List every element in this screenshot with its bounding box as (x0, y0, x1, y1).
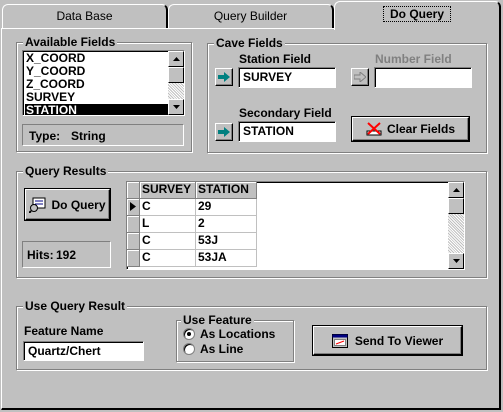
column-header-survey[interactable]: SURVEY (140, 182, 196, 199)
cave-fields-title: Cave Fields (214, 36, 285, 50)
cell-text: L (142, 216, 150, 230)
type-label: Type: (29, 129, 61, 143)
right-arrow-icon (218, 127, 230, 137)
table-cell[interactable]: 2 (196, 216, 257, 233)
results-grid[interactable]: SURVEY STATION C 29 L 2 C 53J C 53JA (126, 181, 465, 270)
available-fields-list[interactable]: X_COORD Y_COORD Z_COORD SURVEY STATION (22, 50, 185, 116)
secondary-field-input[interactable]: STATION (238, 121, 336, 142)
as-line-radio-option[interactable]: As Line (183, 342, 289, 357)
use-query-result-title: Use Query Result (23, 299, 128, 313)
tab-do-query[interactable]: Do Query (334, 1, 501, 30)
table-cell[interactable]: L (140, 216, 196, 233)
cell-text: C (142, 250, 151, 264)
list-item-label: Y_COORD (26, 64, 86, 78)
column-header-label: STATION (198, 182, 249, 196)
available-fields-title: Available Fields (23, 35, 118, 49)
row-selector[interactable] (127, 199, 140, 216)
table-cell[interactable]: 53J (196, 233, 257, 250)
as-locations-label: As Locations (200, 327, 276, 341)
list-item-selected[interactable]: STATION (25, 103, 168, 116)
as-locations-radio[interactable] (183, 328, 195, 340)
number-field-label: Number Field (375, 52, 452, 66)
tab-query-builder[interactable]: Query Builder (168, 4, 334, 29)
cell-text: C (142, 199, 151, 213)
feature-name-value: Quartz/Chert (28, 344, 101, 358)
down-arrow-icon (172, 105, 180, 109)
secondary-field-value: STATION (243, 124, 294, 138)
send-to-viewer-label: Send To Viewer (354, 333, 444, 348)
down-arrow-icon (452, 259, 460, 263)
send-to-viewer-button[interactable]: Send To Viewer (313, 326, 462, 355)
right-arrow-icon (354, 72, 366, 82)
scroll-down-button[interactable] (448, 253, 464, 269)
number-field-arrow-button[interactable] (351, 68, 369, 86)
clear-x-icon (366, 122, 382, 136)
column-header-station[interactable]: STATION (196, 182, 257, 199)
clear-fields-label: Clear Fields (386, 122, 456, 136)
do-query-button[interactable]: Do Query (25, 189, 110, 220)
up-arrow-icon (172, 57, 180, 61)
table-cell[interactable]: 29 (196, 199, 257, 216)
scroll-down-button[interactable] (168, 99, 184, 115)
column-header-label: SURVEY (142, 182, 192, 196)
station-field-value: SURVEY (243, 70, 293, 84)
table-cell[interactable]: C (140, 250, 196, 267)
cell-text: 53JA (198, 250, 227, 264)
hits-value: 192 (56, 248, 77, 262)
table-cell[interactable]: 53JA (196, 250, 257, 267)
station-field-input[interactable]: SURVEY (238, 67, 336, 88)
viewer-icon (331, 333, 348, 348)
station-field-arrow-button[interactable] (215, 68, 233, 86)
tab-data-base-label: Data Base (56, 9, 113, 23)
tab-do-query-label: Do Query (382, 6, 451, 22)
right-arrow-icon (218, 72, 230, 82)
radio-selected-dot (187, 332, 191, 336)
list-item-label: Z_COORD (26, 77, 85, 91)
as-locations-radio-option[interactable]: As Locations (183, 327, 289, 342)
results-grid-scrollbar[interactable] (448, 182, 464, 269)
list-item-label: SURVEY (26, 90, 76, 104)
scroll-up-button[interactable] (448, 182, 464, 198)
list-item-label: STATION (26, 103, 77, 116)
table-cell[interactable]: C (140, 199, 196, 216)
secondary-field-arrow-button[interactable] (215, 123, 233, 141)
list-item-label: X_COORD (26, 51, 86, 65)
current-row-pointer-icon (130, 202, 136, 211)
as-line-label: As Line (200, 342, 244, 356)
query-icon (29, 197, 46, 213)
scroll-thumb[interactable] (168, 67, 184, 83)
do-query-label: Do Query (51, 197, 106, 212)
row-selector[interactable] (127, 250, 140, 267)
table-cell[interactable]: C (140, 233, 196, 250)
query-results-title: Query Results (23, 164, 109, 178)
clear-fields-button[interactable]: Clear Fields (352, 117, 469, 141)
scroll-thumb[interactable] (448, 198, 464, 214)
row-selector[interactable] (127, 233, 140, 250)
use-feature-title: Use Feature (181, 313, 254, 327)
cell-text: C (142, 233, 151, 247)
cell-text: 2 (198, 216, 205, 230)
type-display: Type: String (22, 124, 184, 146)
up-arrow-icon (452, 188, 460, 192)
hits-display: Hits: 192 (22, 241, 111, 268)
tab-data-base[interactable]: Data Base (2, 4, 168, 29)
hits-label: Hits: (27, 248, 54, 262)
cell-text: 53J (198, 233, 219, 247)
scroll-up-button[interactable] (168, 51, 184, 67)
available-fields-scrollbar[interactable] (168, 51, 184, 115)
type-value: String (71, 129, 106, 143)
grid-corner (127, 182, 140, 199)
row-selector[interactable] (127, 216, 140, 233)
as-line-radio[interactable] (183, 343, 195, 355)
number-field-input[interactable] (374, 67, 472, 88)
secondary-field-label: Secondary Field (239, 106, 332, 120)
tab-query-builder-label: Query Builder (213, 9, 288, 23)
feature-name-input[interactable]: Quartz/Chert (23, 341, 144, 361)
feature-name-label: Feature Name (24, 324, 104, 338)
cell-text: 29 (198, 199, 212, 213)
station-field-label: Station Field (239, 52, 311, 66)
